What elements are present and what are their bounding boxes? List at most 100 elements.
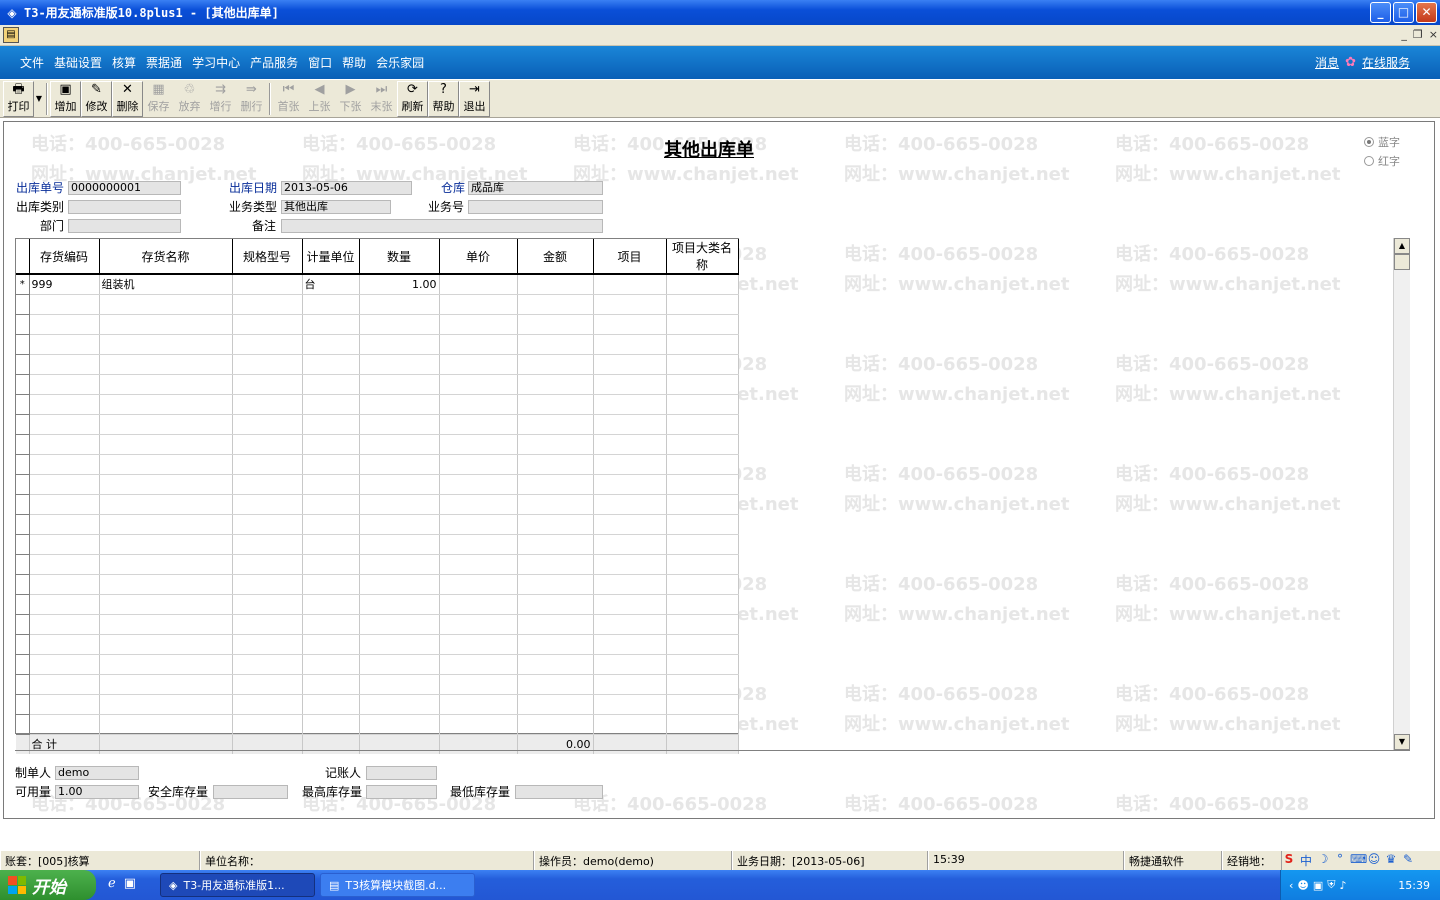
- grid-cell[interactable]: [666, 474, 739, 495]
- row-marker[interactable]: [16, 634, 30, 655]
- grid-cell[interactable]: [29, 514, 100, 535]
- punctuation-icon[interactable]: °: [1333, 852, 1347, 869]
- min-field[interactable]: [515, 785, 603, 799]
- table-row[interactable]: [16, 414, 739, 435]
- grid-cell[interactable]: [666, 714, 739, 735]
- mdi-close-button[interactable]: ×: [1429, 28, 1438, 41]
- menu-ticket[interactable]: 票据通: [146, 54, 182, 71]
- grid-cell[interactable]: [439, 314, 518, 335]
- grid-cell[interactable]: [99, 634, 233, 655]
- grid-cell[interactable]: [302, 594, 360, 615]
- grid-cell[interactable]: [29, 394, 100, 415]
- grid-cell[interactable]: [666, 394, 739, 415]
- grid-cell[interactable]: [593, 334, 667, 355]
- row-marker[interactable]: [16, 294, 30, 315]
- out-date-field[interactable]: 2013-05-06: [281, 181, 412, 195]
- col-header[interactable]: 项目: [593, 239, 667, 275]
- print-button[interactable]: 🖶 打印: [3, 81, 34, 117]
- next-button[interactable]: ▶ 下张: [335, 81, 366, 117]
- grid-cell[interactable]: [517, 694, 594, 715]
- grid-cell[interactable]: [29, 574, 100, 595]
- table-row[interactable]: [16, 594, 739, 615]
- safety-field[interactable]: [213, 785, 288, 799]
- task-word-doc[interactable]: ▤ T3核算模块截图.d...: [320, 873, 475, 897]
- grid-cell[interactable]: [359, 374, 440, 395]
- grid-cell[interactable]: [29, 714, 100, 735]
- grid-cell[interactable]: [29, 354, 100, 375]
- grid-cell[interactable]: [666, 354, 739, 375]
- table-row[interactable]: [16, 294, 739, 315]
- grid-cell[interactable]: [29, 474, 100, 495]
- biz-no-field[interactable]: [468, 200, 603, 214]
- grid-cell[interactable]: [593, 634, 667, 655]
- shirt-icon[interactable]: ♛: [1384, 852, 1398, 869]
- grid-cell[interactable]: [232, 294, 303, 315]
- grid-cell[interactable]: [232, 374, 303, 395]
- delete-button[interactable]: ✕ 删除: [112, 81, 143, 117]
- radio-red[interactable]: 红字: [1364, 151, 1400, 170]
- tray-volume-icon[interactable]: ♪: [1340, 879, 1347, 892]
- grid-cell[interactable]: [593, 674, 667, 695]
- grid-cell[interactable]: [99, 414, 233, 435]
- grid-cell[interactable]: [439, 374, 518, 395]
- online-service-link[interactable]: 在线服务: [1362, 54, 1410, 71]
- grid-cell[interactable]: [99, 334, 233, 355]
- ie-icon[interactable]: ℯ: [108, 876, 116, 891]
- grid-cell[interactable]: [232, 634, 303, 655]
- delete-row-button[interactable]: ⇛ 删行: [236, 81, 267, 117]
- maximize-button[interactable]: □: [1393, 2, 1414, 23]
- grid-cell[interactable]: [232, 314, 303, 335]
- grid-cell[interactable]: [359, 434, 440, 455]
- cell-spec[interactable]: [232, 274, 303, 295]
- grid-cell[interactable]: [593, 394, 667, 415]
- biz-type-field[interactable]: 其他出库: [281, 200, 391, 214]
- grid-cell[interactable]: [29, 454, 100, 475]
- task-t3-app[interactable]: ◈ T3-用友通标准版1...: [160, 873, 315, 897]
- grid-cell[interactable]: [593, 614, 667, 635]
- sogou-icon[interactable]: S: [1282, 852, 1296, 869]
- row-marker[interactable]: [16, 434, 30, 455]
- row-marker[interactable]: [16, 314, 30, 335]
- grid-cell[interactable]: [302, 294, 360, 315]
- grid-cell[interactable]: [359, 614, 440, 635]
- grid-cell[interactable]: [666, 374, 739, 395]
- grid-scrollbar[interactable]: ▲ ▼: [1393, 238, 1410, 750]
- grid-cell[interactable]: [359, 654, 440, 675]
- grid-cell[interactable]: [666, 634, 739, 655]
- tray-arrow-icon[interactable]: ‹: [1289, 879, 1293, 892]
- grid-cell[interactable]: [517, 474, 594, 495]
- grid-cell[interactable]: [99, 714, 233, 735]
- grid-cell[interactable]: [359, 354, 440, 375]
- grid-cell[interactable]: [666, 334, 739, 355]
- table-row[interactable]: [16, 614, 739, 635]
- row-marker[interactable]: [16, 574, 30, 595]
- grid-cell[interactable]: [302, 534, 360, 555]
- tools-icon[interactable]: ✎: [1401, 852, 1415, 869]
- table-row[interactable]: [16, 454, 739, 475]
- grid-cell[interactable]: [359, 694, 440, 715]
- grid-cell[interactable]: [302, 474, 360, 495]
- menu-learning[interactable]: 学习中心: [192, 54, 240, 71]
- prev-button[interactable]: ◀ 上张: [304, 81, 335, 117]
- scroll-down-icon[interactable]: ▼: [1394, 734, 1410, 750]
- grid-cell[interactable]: [232, 554, 303, 575]
- grid-cell[interactable]: [302, 374, 360, 395]
- grid-cell[interactable]: [593, 314, 667, 335]
- grid-cell[interactable]: [439, 534, 518, 555]
- cell-price[interactable]: [439, 274, 518, 295]
- grid-cell[interactable]: [29, 634, 100, 655]
- menu-club[interactable]: 会乐家园: [376, 54, 424, 71]
- grid-cell[interactable]: [359, 394, 440, 415]
- grid-cell[interactable]: [302, 554, 360, 575]
- grid-cell[interactable]: [232, 594, 303, 615]
- tray-qq-icon[interactable]: ☻: [1297, 879, 1308, 892]
- grid-cell[interactable]: [99, 434, 233, 455]
- out-type-field[interactable]: [68, 200, 181, 214]
- grid-cell[interactable]: [99, 474, 233, 495]
- grid-cell[interactable]: [99, 554, 233, 575]
- grid-cell[interactable]: [302, 334, 360, 355]
- grid-cell[interactable]: [99, 674, 233, 695]
- table-row[interactable]: [16, 334, 739, 355]
- tray-network-icon[interactable]: ▣: [1313, 879, 1323, 892]
- table-row[interactable]: [16, 474, 739, 495]
